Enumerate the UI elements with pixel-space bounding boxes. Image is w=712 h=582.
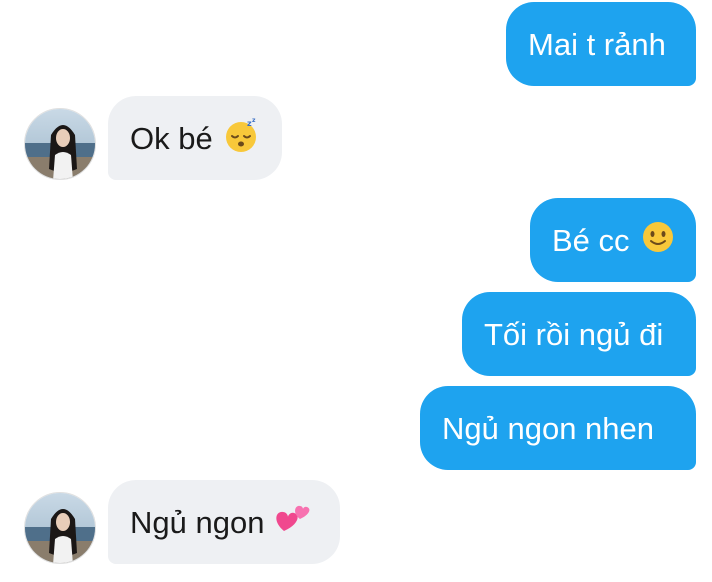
contact-avatar[interactable] — [24, 492, 96, 564]
message-text: Ngủ ngon nhen — [442, 410, 655, 446]
two-hearts-icon — [274, 501, 312, 543]
slightly-smiling-face-icon — [640, 219, 676, 261]
outgoing-message-bubble[interactable]: Mai t rảnh — [506, 2, 696, 86]
message-text: Ok bé — [130, 120, 213, 156]
outgoing-message-bubble[interactable]: Tối rồi ngủ đi — [462, 292, 696, 376]
sleeping-face-icon: z z — [223, 117, 259, 159]
incoming-message-bubble[interactable]: Ok bé z z — [108, 96, 282, 180]
outgoing-message-bubble[interactable]: Bé cc — [530, 198, 696, 282]
incoming-message-bubble[interactable]: Ngủ ngon — [108, 480, 340, 564]
message-text: Bé cc — [552, 222, 630, 258]
contact-avatar[interactable] — [24, 108, 96, 180]
svg-text:z: z — [252, 117, 256, 124]
message-text: Ngủ ngon — [130, 504, 265, 540]
message-text: Mai t rảnh — [528, 26, 666, 62]
message-text: Tối rồi ngủ đi — [484, 316, 664, 352]
outgoing-message-bubble[interactable]: Ngủ ngon nhen — [420, 386, 696, 470]
